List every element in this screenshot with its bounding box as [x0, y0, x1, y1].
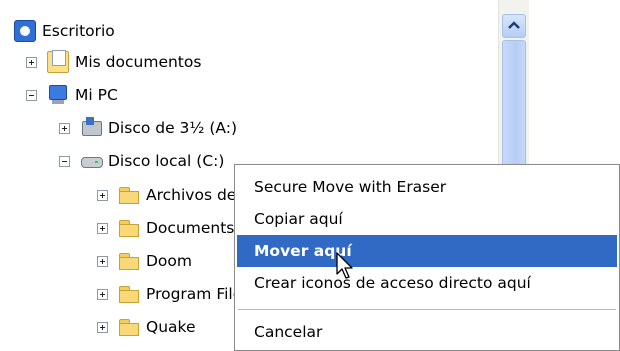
expand-icon[interactable]: [97, 189, 108, 201]
menu-item-mover-aqui[interactable]: Mover aquí: [237, 235, 617, 267]
menu-item-secure-move[interactable]: Secure Move with Eraser: [237, 171, 617, 203]
scroll-up-button[interactable]: [502, 14, 526, 38]
my-documents-icon: [47, 50, 69, 73]
collapse-icon[interactable]: [26, 89, 37, 101]
menu-item-label: Secure Move with Eraser: [254, 178, 447, 196]
mouse-pointer-icon: [336, 252, 353, 279]
my-computer-icon: [47, 84, 69, 106]
tree-item-label: Mis documentos: [75, 53, 202, 71]
menu-item-copiar-aqui[interactable]: Copiar aquí: [237, 203, 617, 235]
folder-icon: [118, 250, 140, 272]
expand-icon[interactable]: [97, 222, 108, 234]
tree-item-disco-c[interactable]: Disco local (C:): [59, 146, 224, 176]
menu-separator: [238, 309, 616, 310]
folder-icon: [118, 184, 140, 206]
tree-item-folder[interactable]: Doom: [97, 246, 192, 276]
desktop-icon: [14, 20, 36, 42]
tree-item-folder[interactable]: Quake: [97, 312, 195, 342]
tree-item-disco-a[interactable]: Disco de 3½ (A:): [59, 113, 237, 143]
tree-item-label: Disco de 3½ (A:): [108, 119, 238, 137]
hard-disk-icon: [80, 150, 103, 172]
chevron-up-icon: [508, 21, 520, 29]
tree-item-label: Escritorio: [42, 22, 115, 40]
menu-item-crear-iconos[interactable]: Crear iconos de acceso directo aquí: [237, 267, 617, 299]
expand-icon[interactable]: [59, 122, 70, 134]
tree-item-folder[interactable]: Program Files: [97, 279, 250, 309]
floppy-drive-icon: [80, 117, 102, 139]
expand-icon[interactable]: [97, 288, 108, 300]
menu-item-cancelar[interactable]: Cancelar: [237, 316, 617, 348]
menu-item-label: Crear iconos de acceso directo aquí: [254, 274, 531, 292]
collapse-icon[interactable]: [59, 155, 70, 167]
tree-item-escritorio[interactable]: Escritorio: [14, 16, 115, 46]
context-menu: Secure Move with Eraser Copiar aquí Move…: [234, 164, 620, 351]
expand-icon[interactable]: [26, 56, 37, 68]
tree-item-mis-documentos[interactable]: Mis documentos: [26, 47, 201, 77]
folder-icon: [118, 316, 140, 338]
folder-icon: [118, 283, 140, 305]
expand-icon[interactable]: [97, 255, 108, 267]
tree-item-label: Disco local (C:): [108, 152, 225, 170]
tree-item-label: Mi PC: [75, 86, 118, 104]
tree-item-label: Quake: [146, 318, 196, 336]
tree-item-mi-pc[interactable]: Mi PC: [26, 80, 118, 110]
tree-item-label: Doom: [146, 252, 193, 270]
folder-icon: [118, 217, 140, 239]
menu-item-label: Copiar aquí: [254, 210, 343, 228]
menu-item-label: Cancelar: [254, 323, 323, 341]
expand-icon[interactable]: [97, 321, 108, 333]
